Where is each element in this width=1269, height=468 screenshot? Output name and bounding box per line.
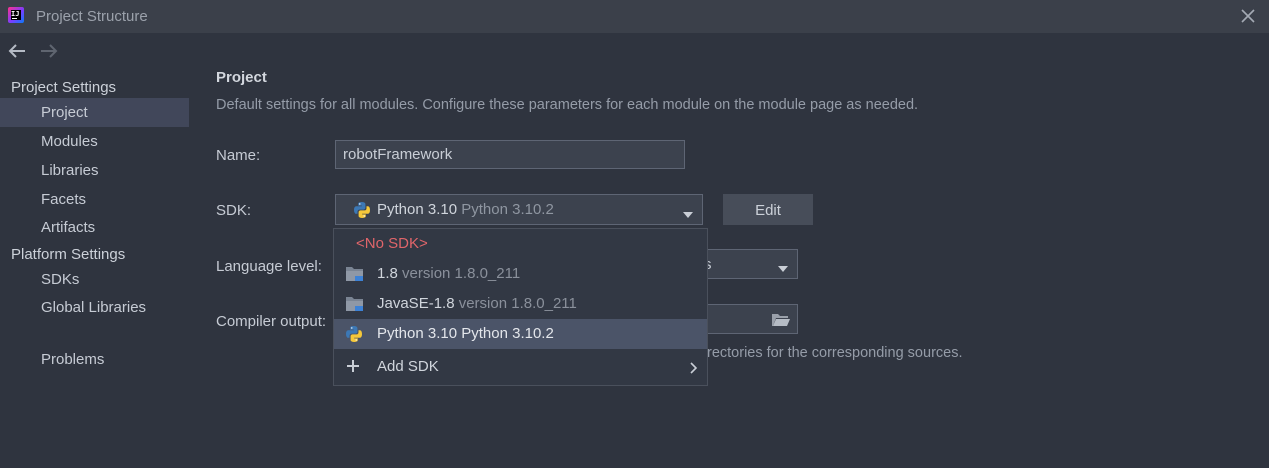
add-sdk-menu-item[interactable]: Add SDK <box>334 352 707 382</box>
sdk-label: SDK: <box>216 202 252 219</box>
edit-sdk-button[interactable]: Edit <box>723 194 813 225</box>
sdk-selected-name: Python 3.10 <box>377 201 458 218</box>
project-settings-header: Project Settings <box>11 79 117 96</box>
sdk-option-detail: Python 3.10.2 <box>461 325 554 342</box>
no-sdk-label: <No SDK> <box>356 235 428 252</box>
language-level-dropdown[interactable]: s <box>700 249 798 279</box>
sdk-option-name: JavaSE-1.8 <box>377 295 455 312</box>
intellij-app-icon: IJ <box>8 7 24 23</box>
sdk-option-javase-1-8[interactable]: JavaSE-1.8 version 1.8.0_211 <box>334 289 707 319</box>
sidebar-item-modules[interactable]: Modules <box>0 127 189 156</box>
page-title: Project <box>216 69 267 86</box>
language-level-label: Language level: <box>216 258 322 275</box>
platform-settings-header: Platform Settings <box>11 246 126 263</box>
forward-arrow-icon[interactable] <box>38 41 60 61</box>
sidebar-item-global-libraries[interactable]: Global Libraries <box>0 293 189 322</box>
sidebar-item-libraries[interactable]: Libraries <box>0 156 189 185</box>
compiler-output-field[interactable] <box>700 304 798 334</box>
project-name-field[interactable] <box>335 140 685 169</box>
sdk-dropdown[interactable]: Python 3.10 Python 3.10.2 <box>335 194 703 225</box>
page-description: Default settings for all modules. Config… <box>216 97 919 113</box>
sidebar-item-project[interactable]: Project <box>0 98 189 127</box>
compiler-output-label: Compiler output: <box>216 313 327 330</box>
sdk-dropdown-popup: <No SDK> 1.8 version 1.8.0_211 JavaSE-1.… <box>333 228 708 386</box>
sidebar-item-facets[interactable]: Facets <box>0 185 189 214</box>
name-label: Name: <box>216 147 261 164</box>
plus-icon <box>346 359 360 377</box>
sidebar-item-sdks[interactable]: SDKs <box>0 265 189 294</box>
sdk-selected-version: Python 3.10.2 <box>461 201 554 218</box>
sdk-option-no-sdk[interactable]: <No SDK> <box>334 229 707 259</box>
python-icon <box>353 201 371 222</box>
sdk-option-name: 1.8 <box>377 265 398 282</box>
chevron-right-icon <box>690 361 698 378</box>
window-title: Project Structure <box>36 8 148 25</box>
sdk-option-detail: version 1.8.0_211 <box>402 265 521 282</box>
sidebar-item-problems[interactable]: Problems <box>0 345 189 374</box>
sidebar-item-artifacts[interactable]: Artifacts <box>0 213 189 242</box>
sdk-option-detail: version 1.8.0_211 <box>458 295 577 312</box>
browse-folder-icon[interactable] <box>771 312 791 331</box>
folder-icon <box>345 295 365 317</box>
chevron-down-icon <box>777 260 789 276</box>
sdk-option-python-3-10[interactable]: Python 3.10 Python 3.10.2 <box>334 319 707 349</box>
chevron-down-icon <box>682 206 694 222</box>
sdk-option-name: Python 3.10 <box>377 325 458 342</box>
close-icon[interactable] <box>1238 6 1258 26</box>
sdk-option-1-8[interactable]: 1.8 version 1.8.0_211 <box>334 259 707 289</box>
folder-icon <box>345 265 365 287</box>
add-sdk-label: Add SDK <box>377 358 439 375</box>
back-arrow-icon[interactable] <box>6 41 28 61</box>
compiler-output-hint: rectories for the corresponding sources. <box>707 345 963 361</box>
title-bar: IJ Project Structure <box>0 0 1269 33</box>
python-icon <box>345 325 363 347</box>
